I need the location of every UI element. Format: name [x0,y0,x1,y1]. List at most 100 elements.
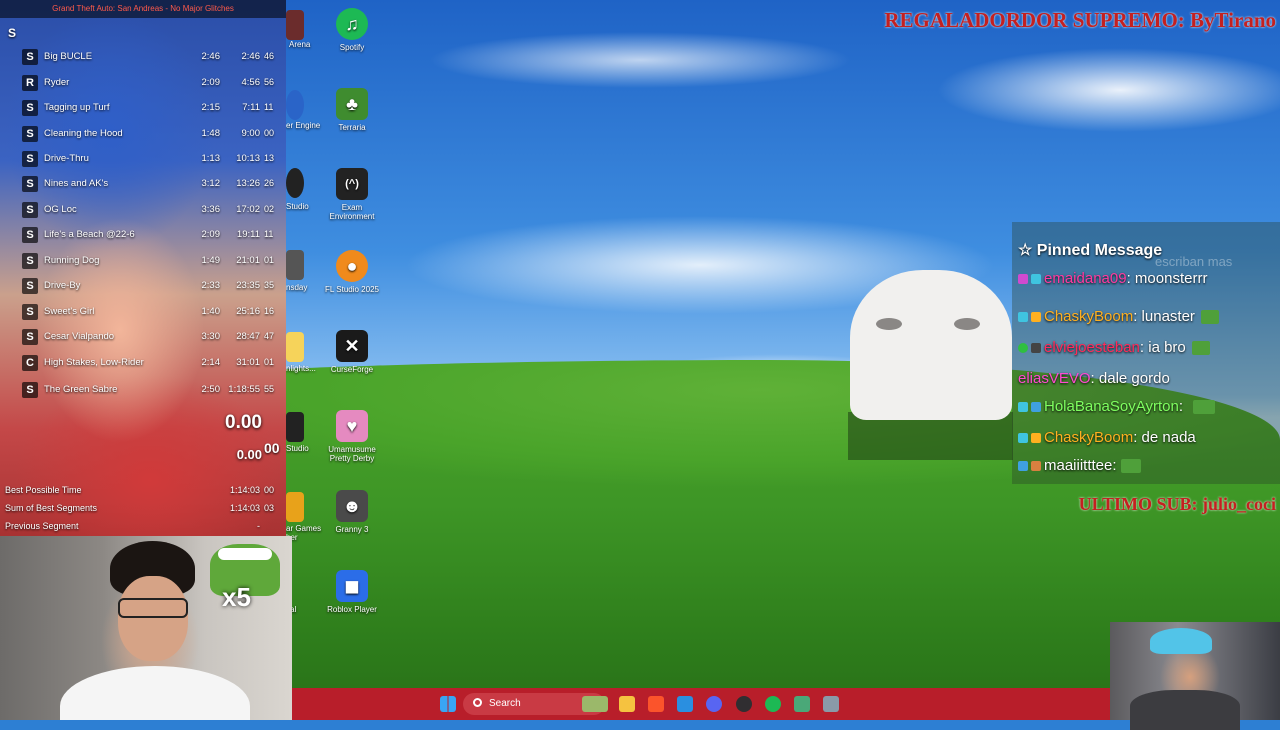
file-explorer-icon[interactable] [619,696,635,712]
search-placeholder: Search [489,698,521,709]
split-edge-text: 35 [264,280,275,290]
split-name: Ryder [44,77,70,88]
chat-message: emaidana09: moonsterrr [1018,270,1207,287]
chat-badge-icon [1018,461,1028,472]
chat-badge-icon [1031,274,1041,285]
desktop-icon-exam-environment[interactable]: (^) Exam Environment [322,168,382,221]
umamusume-icon: ♥ [336,410,368,442]
split-icon: S [22,49,38,65]
app-icon-2[interactable] [823,696,839,712]
split-row: S Life's a Beach @22-6 2:09 19:11 11 [0,223,286,248]
split-edge-text: 47 [264,331,275,341]
split-edge-text: 01 [264,357,275,367]
sword-badge-icon [1018,433,1028,444]
pinned-message-header: ☆ Pinned Message [1018,240,1162,260]
pepe-eyes [218,548,272,560]
desktop-icon-roblox[interactable]: ◼ Roblox Player [322,570,382,614]
emote-multiplier: x5 [222,582,251,612]
split-row: S OG Loc 3:36 17:02 02 [0,198,286,223]
obs-icon[interactable] [736,696,752,712]
chat-separator: : [1133,429,1142,446]
split-edge-text: 01 [264,255,275,265]
split-total-time: 17:02 [236,204,260,215]
chat-badge-icon [1018,312,1028,323]
discord-icon[interactable] [706,696,722,712]
brave-icon[interactable] [648,696,664,712]
split-name: Big BUCLE [44,51,93,62]
windows-start-icon[interactable] [440,696,456,712]
pepe-emote-icon [1191,341,1210,356]
check-badge-icon [1018,343,1028,354]
chat-username[interactable]: eliasVEVO [1018,370,1091,387]
partial-app-icon[interactable] [286,168,304,198]
split-icon: S [22,278,38,294]
cat-eye-right [954,318,980,330]
split-total-time: 4:56 [241,77,261,88]
split-total-time: 2:46 [241,51,261,62]
partial-app-icon[interactable] [286,412,304,442]
pepe-emote-icon [1120,459,1141,474]
split-row: S Cleaning the Hood 1:48 9:00 00 [0,122,286,147]
split-edge-text: 46 [264,51,275,61]
chat-message: HolaBanaSoyAyrton: [1018,398,1218,415]
split-total-time: 23:35 [236,280,260,291]
desktop-icon-fl-studio[interactable]: ● FL Studio 2025 [322,250,382,294]
partial-app-icon[interactable] [286,10,304,40]
spotify-icon[interactable] [765,696,781,712]
split-edge-text: 55 [264,384,275,394]
timer-edge-text: 00 [264,440,280,456]
chat-badge-icon [1031,461,1041,472]
split-edge-text: 11 [264,102,274,112]
split-edge-text: 26 [264,178,275,188]
split-name: Drive-By [44,280,81,291]
chat-username[interactable]: ChaskyBoom [1044,308,1133,325]
chat-username[interactable]: ChaskyBoom [1044,429,1133,446]
chat-username[interactable]: maaiiitttee [1044,457,1112,474]
chat-username[interactable]: emaidana09 [1044,270,1127,287]
partial-icon-label: nlights... [286,364,316,373]
pinned-message-label: Pinned Message [1036,242,1163,259]
split-total-time: 13:26 [236,178,260,189]
roblox-icon: ◼ [336,570,368,602]
desktop-icon-spotify[interactable]: ♫ Spotify [322,8,382,52]
partial-app-icon[interactable] [286,332,304,362]
chat-username[interactable]: elviejoesteban [1044,339,1140,356]
split-row: S Tagging up Turf 2:15 7:11 11 [0,96,286,121]
previous-segment-value: - [257,521,260,531]
sword-badge-icon [1018,402,1028,413]
split-segment-time: 2:33 [201,280,221,291]
split-name: Cleaning the Hood [44,128,123,139]
desktop-icon-label: Umamusume Pretty Derby [328,445,376,463]
desktop-icon-curseforge[interactable]: ✕ CurseForge [322,330,382,374]
partial-app-icon[interactable] [286,90,304,120]
chat-message: maaiiitttee: [1018,457,1144,474]
fl-studio-icon: ● [336,250,368,282]
vscode-icon[interactable] [677,696,693,712]
partial-app-icon[interactable] [286,250,304,280]
desktop-icon-label: Roblox Player [327,605,377,614]
splits-top-icon: S [8,26,17,40]
desktop-icon-umamusume[interactable]: ♥ Umamusume Pretty Derby [322,410,382,463]
chat-username[interactable]: HolaBanaSoyAyrton [1044,398,1179,415]
desktop-icon-label: Terraria [338,123,366,132]
taskbar [292,688,1110,720]
split-icon: C [22,355,38,371]
split-icon: S [22,382,38,398]
split-name: Nines and AK's [44,178,109,189]
app-icon[interactable] [794,696,810,712]
split-name: OG Loc [44,204,77,215]
split-total-time: 31:01 [236,357,260,368]
top-donor-banner: REGALADORDOR SUPREMO: ByTirano [884,8,1276,32]
desktop-icon-terraria[interactable]: ♣ Terraria [322,88,382,132]
chat-message: elviejoesteban: ia bro [1018,339,1213,356]
partial-app-icon[interactable] [286,492,304,522]
pin-icon: ☆ [1018,242,1033,259]
split-segment-time: 2:09 [201,77,221,88]
split-segment-time: 1:49 [201,255,221,266]
split-icon: S [22,176,38,192]
desktop-icon-label: Granny 3 [335,525,369,534]
split-row: S Cesar Vialpando 3:30 28:47 47 [0,325,286,350]
chat-separator: : [1139,339,1149,356]
desktop-icon-granny-3[interactable]: ☻ Granny 3 [322,490,382,534]
split-icon: S [22,329,38,345]
